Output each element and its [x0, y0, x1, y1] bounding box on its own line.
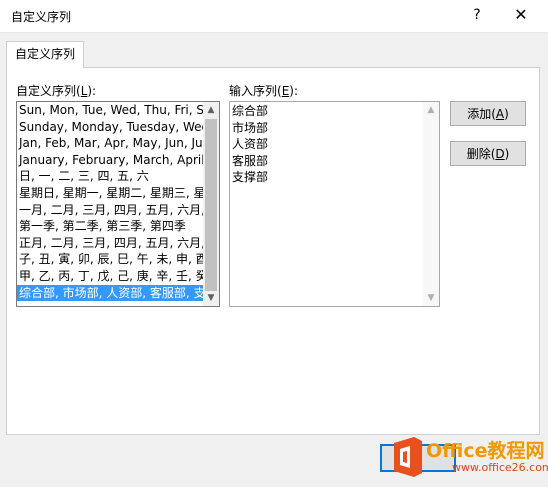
watermark: Office教程网 www.office26.com: [382, 434, 548, 486]
list-item[interactable]: 星期日, 星期一, 星期二, 星期三, 星: [17, 185, 203, 202]
custom-lists-items: Sun, Mon, Tue, Wed, Thu, Fri, S Sunday, M…: [17, 102, 203, 306]
custom-lists-listbox[interactable]: Sun, Mon, Tue, Wed, Thu, Fri, S Sunday, M…: [16, 101, 220, 307]
scroll-up-arrow-icon[interactable]: ▲: [423, 102, 439, 118]
help-icon[interactable]: ?: [466, 3, 488, 27]
list-entries-lines: 综合部市场部人资部 客服部支撑部: [232, 103, 422, 186]
tab-custom-lists[interactable]: 自定义序列: [6, 41, 84, 68]
office-logo-icon: [394, 437, 422, 477]
scrollbar-thumb[interactable]: [205, 119, 217, 291]
scroll-up-arrow-icon[interactable]: ▲: [203, 102, 219, 118]
entry-line: 市场部: [232, 120, 269, 135]
list-item[interactable]: Sunday, Monday, Tuesday, Wed: [17, 119, 203, 136]
list-entries-textarea[interactable]: 综合部市场部人资部 客服部支撑部 ▲ ▼: [229, 101, 440, 307]
list-item[interactable]: January, February, March, April,: [17, 152, 203, 169]
list-entries-label: 输入序列(E):: [229, 84, 299, 98]
list-entries-scrollbar[interactable]: ▲ ▼: [423, 102, 439, 306]
close-icon[interactable]: ✕: [508, 3, 534, 27]
list-item[interactable]: 一月, 二月, 三月, 四月, 五月, 六月,: [17, 202, 203, 219]
scroll-down-arrow-icon[interactable]: ▼: [423, 290, 439, 306]
entry-line: 综合部: [232, 104, 269, 118]
entry-line: 人资部: [232, 137, 269, 152]
list-item[interactable]: 正月, 二月, 三月, 四月, 五月, 六月,: [17, 235, 203, 252]
list-item[interactable]: 子, 丑, 寅, 卯, 辰, 巳, 午, 未, 申, 酉: [17, 251, 203, 268]
list-item[interactable]: 第一季, 第二季, 第三季, 第四季: [17, 218, 203, 235]
delete-button[interactable]: 删除(D): [450, 141, 526, 166]
entry-line: 支撑部: [232, 170, 269, 185]
title-bar: 自定义序列 ? ✕: [0, 0, 548, 32]
entry-line: 客服部: [232, 153, 269, 168]
window-title: 自定义序列: [11, 10, 72, 24]
watermark-title: Office教程网: [426, 440, 545, 462]
custom-lists-scrollbar[interactable]: ▲ ▼: [203, 102, 219, 306]
list-item[interactable]: 甲, 乙, 丙, 丁, 戊, 己, 庚, 辛, 壬, 癸: [17, 268, 203, 285]
list-item[interactable]: Sun, Mon, Tue, Wed, Thu, Fri, S: [17, 102, 203, 119]
watermark-subtitle: www.office26.com: [452, 461, 548, 474]
list-item[interactable]: 日, 一, 二, 三, 四, 五, 六: [17, 168, 203, 185]
list-item[interactable]: Jan, Feb, Mar, Apr, May, Jun, Ju: [17, 135, 203, 152]
add-button[interactable]: 添加(A): [450, 101, 526, 126]
scroll-down-arrow-icon[interactable]: ▼: [203, 290, 219, 306]
custom-lists-label: 自定义序列(L):: [16, 84, 97, 98]
list-item[interactable]: 综合部, 市场部, 人资部, 客服部, 支: [17, 284, 203, 302]
